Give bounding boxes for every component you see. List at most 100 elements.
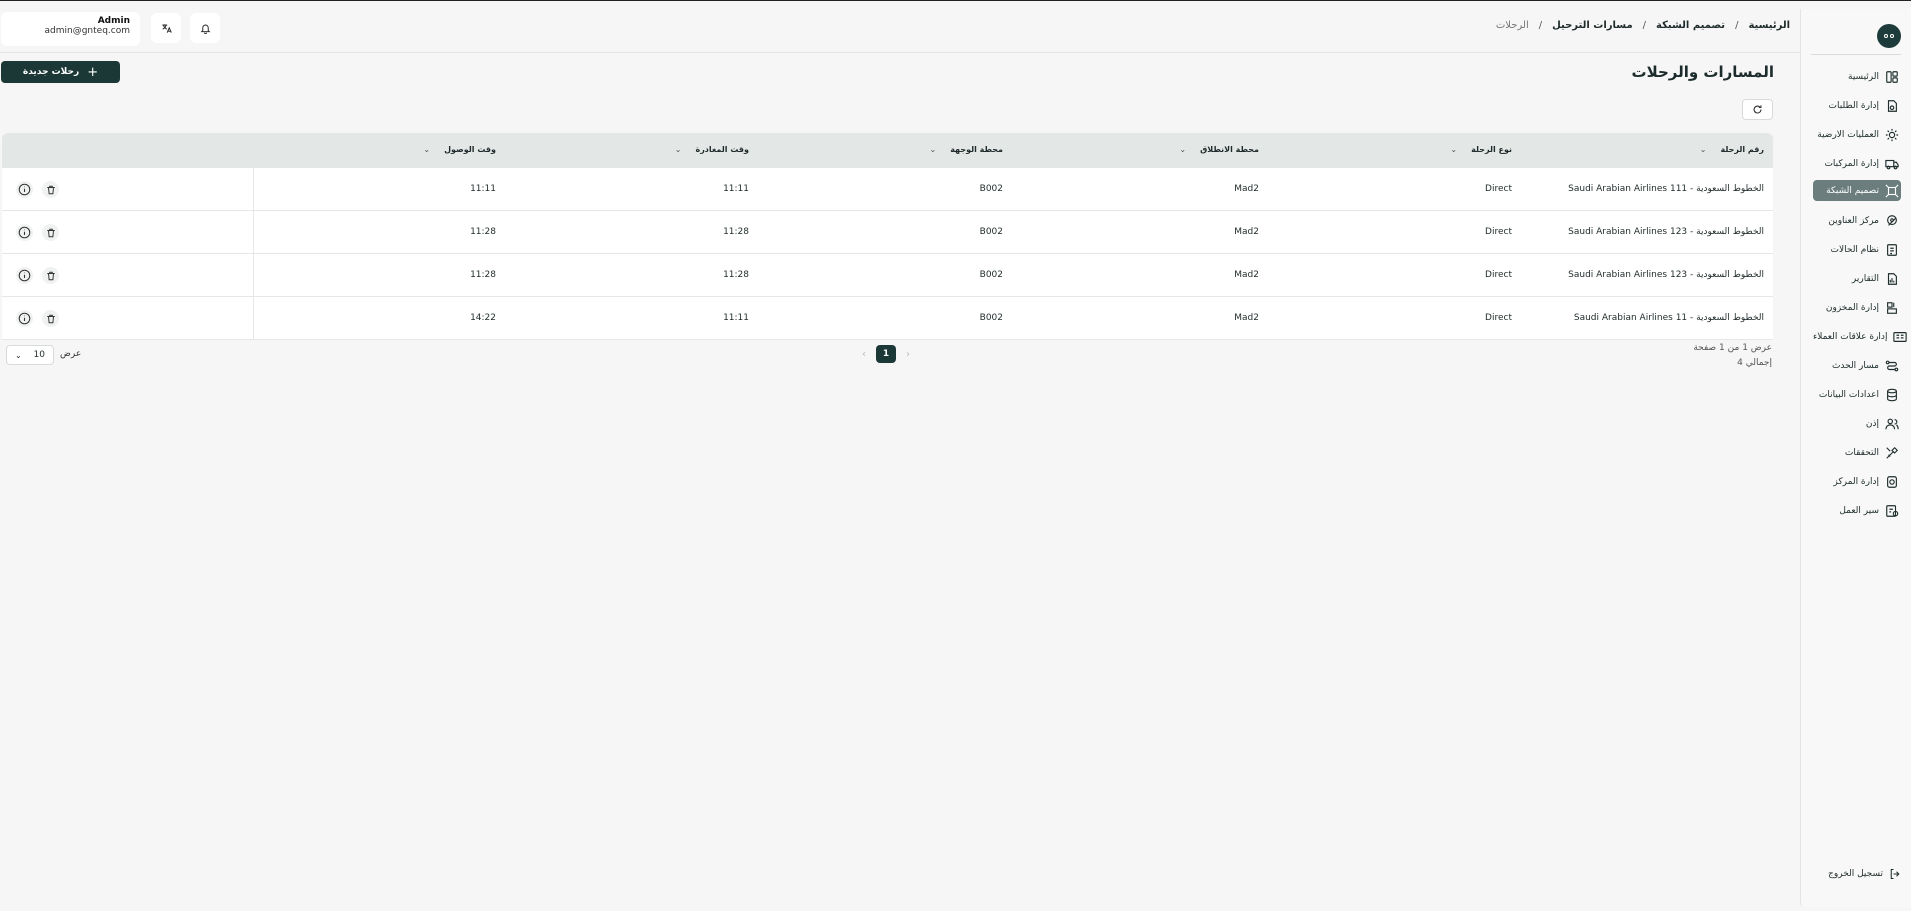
info-button[interactable] <box>16 310 33 327</box>
total-count: إجمالي 4 <box>1737 358 1772 368</box>
sidebar-item-inventory[interactable]: إدارة المخزون <box>1813 297 1901 318</box>
sidebar-item-crm[interactable]: إدارة علاقات العملاء <box>1813 326 1908 347</box>
row-actions <box>2 254 254 296</box>
inventory-icon <box>1887 301 1897 314</box>
table-row[interactable]: Saudi Arabian Airlines الخطوط السعودية -… <box>2 168 1773 211</box>
cell-flight-type: Direct <box>1485 184 1512 194</box>
info-icon <box>18 269 31 282</box>
row-actions <box>2 168 254 210</box>
crm-icon <box>1893 331 1908 342</box>
cell-destination: B002 <box>979 270 1003 280</box>
trash-icon <box>46 271 55 280</box>
database-icon <box>1887 388 1897 401</box>
user-name: Admin <box>97 16 130 26</box>
page-title: المسارات والرحلات <box>1631 63 1775 81</box>
sidebar-item-network-design[interactable]: تصميم الشبكة <box>1813 180 1901 201</box>
cell-arrival-time: 11:11 <box>470 184 496 194</box>
sidebar-item-hub-management[interactable]: إدارة المركز <box>1813 471 1901 492</box>
table-row[interactable]: Saudi Arabian Airlines الخطوط السعودية -… <box>2 297 1773 340</box>
sidebar-item-permissions[interactable]: إذن <box>1813 413 1901 434</box>
row-actions <box>2 297 254 339</box>
sidebar-item-workflow[interactable]: سير العمل <box>1813 500 1901 521</box>
column-arrival-time[interactable]: وقت الوصول ⌄ <box>423 145 496 154</box>
info-icon <box>18 312 31 325</box>
sidebar-item-event-path[interactable]: مسار الحدث <box>1813 355 1901 376</box>
translate-icon <box>161 23 172 33</box>
cell-destination: B002 <box>979 227 1003 237</box>
home-icon <box>1886 70 1898 83</box>
logout-icon <box>1890 868 1900 880</box>
delete-button[interactable] <box>42 224 59 241</box>
chevron-down-icon: ⌄ <box>15 350 22 360</box>
refresh-icon <box>1753 105 1762 114</box>
cell-origin: Mad2 <box>1234 227 1259 237</box>
breadcrumb-network-design[interactable]: تصميم الشبكة <box>1656 20 1725 31</box>
cell-arrival-time: 11:28 <box>470 270 496 280</box>
cell-flight-number: Saudi Arabian Airlines الخطوط السعودية -… <box>1568 227 1764 237</box>
refresh-button[interactable] <box>1742 99 1773 120</box>
chevron-down-icon: ⌄ <box>1179 145 1187 154</box>
delete-button[interactable] <box>42 267 59 284</box>
pagination: ‹ 1 › <box>862 345 910 363</box>
column-flight-number[interactable]: رقم الرحلة ⌄ <box>1700 145 1764 154</box>
prev-page-icon[interactable]: ‹ <box>862 349 866 360</box>
page-button-current[interactable]: 1 <box>876 345 896 363</box>
new-flights-button[interactable]: + رحلات جديدة <box>1 61 120 83</box>
cell-origin: Mad2 <box>1234 313 1259 323</box>
cell-flight-number: Saudi Arabian Airlines الخطوط السعودية -… <box>1573 313 1764 323</box>
app-logo[interactable] <box>1877 24 1901 48</box>
page-size-select[interactable]: ⌄ 10 <box>6 345 54 365</box>
sidebar-item-home[interactable]: الرئيسية <box>1813 66 1901 87</box>
sidebar-item-verifications[interactable]: التحققات <box>1813 442 1901 463</box>
sidebar-item-status-system[interactable]: نظام الحالات <box>1813 239 1901 260</box>
translate-button[interactable] <box>151 13 181 43</box>
cell-flight-number: Saudi Arabian Airlines الخطوط السعودية -… <box>1568 184 1764 194</box>
network-icon <box>1885 183 1899 198</box>
table-row[interactable]: Saudi Arabian Airlines الخطوط السعودية -… <box>2 211 1773 254</box>
tools-icon <box>1886 446 1899 459</box>
users-icon <box>1885 418 1899 429</box>
trash-icon <box>46 228 55 237</box>
user-menu[interactable]: Admin admin@gnteq.com <box>1 12 140 46</box>
cell-destination: B002 <box>979 313 1003 323</box>
chevron-down-icon: ⌄ <box>674 145 682 154</box>
cell-origin: Mad2 <box>1234 184 1259 194</box>
ground-ops-icon <box>1885 128 1899 141</box>
cell-departure-time: 11:11 <box>723 313 749 323</box>
info-button[interactable] <box>16 267 33 284</box>
table-row[interactable]: Saudi Arabian Airlines الخطوط السعودية -… <box>2 254 1773 297</box>
sidebar-item-orders[interactable]: إدارة الطلبات <box>1813 95 1901 116</box>
delete-button[interactable] <box>42 181 59 198</box>
sidebar-item-data-settings[interactable]: اعدادات البيانات <box>1813 384 1901 405</box>
page-size-label: عرض <box>60 349 82 359</box>
event-path-icon <box>1885 360 1899 371</box>
column-destination[interactable]: محطة الوجهة ⌄ <box>929 145 1003 154</box>
column-origin[interactable]: محطة الانطلاق ⌄ <box>1179 145 1259 154</box>
user-email: admin@gnteq.com <box>44 26 130 36</box>
location-icon <box>1887 214 1897 226</box>
bell-icon <box>199 24 211 34</box>
table-header: رقم الرحلة ⌄ نوع الرحلة ⌄ محطة الانطلاق ⌄ م… <box>2 133 1773 168</box>
orders-icon <box>1887 99 1897 112</box>
sidebar-item-reports[interactable]: التقارير <box>1813 268 1901 289</box>
column-flight-type[interactable]: نوع الرحلة ⌄ <box>1450 145 1512 154</box>
info-button[interactable] <box>16 181 33 198</box>
row-actions <box>2 211 254 253</box>
next-page-icon[interactable]: › <box>906 349 910 360</box>
cell-departure-time: 11:28 <box>723 227 749 237</box>
sidebar-item-ground-ops[interactable]: العمليات الارضية <box>1813 124 1901 145</box>
column-departure-time[interactable]: وقت المغادرة ⌄ <box>675 145 749 154</box>
sidebar-item-address-center[interactable]: مركز العناوين <box>1813 210 1901 231</box>
breadcrumb: الرئيسية / تصميم الشبكة / مسارات الترحيل… <box>1495 20 1790 31</box>
breadcrumb-flights: الرحلات <box>1495 20 1529 31</box>
info-button[interactable] <box>16 224 33 241</box>
report-icon <box>1887 272 1897 285</box>
delete-button[interactable] <box>42 310 59 327</box>
logout-button[interactable]: تسجيل الخروج <box>1813 864 1901 884</box>
sidebar-item-vehicles[interactable]: إدارة المركبات <box>1813 153 1901 174</box>
notifications-button[interactable] <box>190 13 220 43</box>
pagination-info: عرض 1 من 1 صفحة إجمالي 4 <box>1693 341 1772 371</box>
breadcrumb-home[interactable]: الرئيسية <box>1748 20 1790 31</box>
breadcrumb-routes[interactable]: مسارات الترحيل <box>1552 20 1633 31</box>
cell-flight-type: Direct <box>1485 313 1512 323</box>
